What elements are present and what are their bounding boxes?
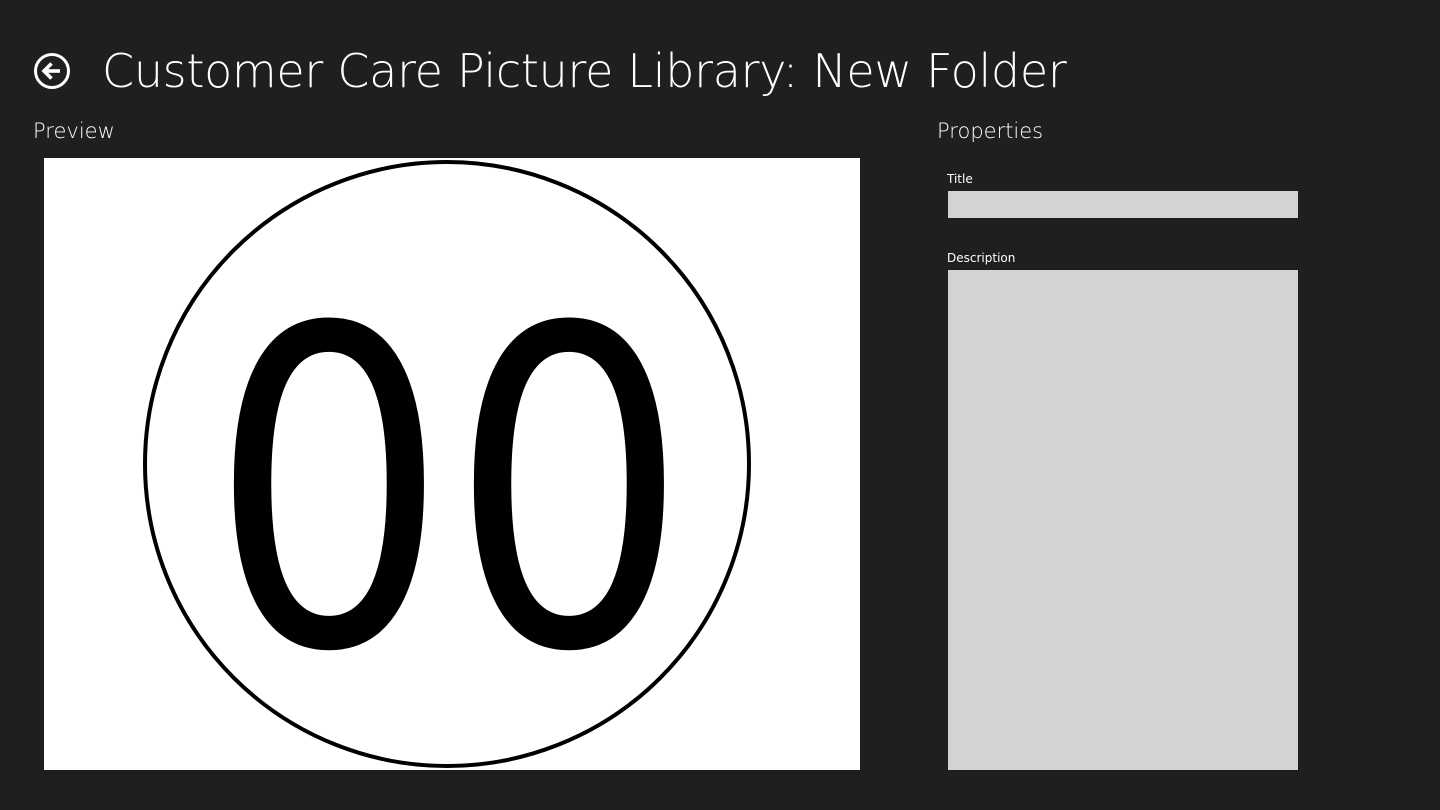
back-arrow-circle-icon — [34, 53, 70, 89]
preview-image: 00 — [44, 158, 860, 770]
properties-section-label: Properties — [937, 119, 1044, 143]
title-field-label: Title — [947, 172, 973, 186]
preview-image-text: 00 — [209, 236, 689, 748]
page-title: Customer Care Picture Library: New Folde… — [102, 44, 1067, 98]
title-input[interactable] — [948, 191, 1298, 218]
preview-section-label: Preview — [33, 119, 115, 143]
description-input[interactable] — [948, 270, 1298, 770]
back-button[interactable] — [33, 52, 71, 90]
description-field-label: Description — [947, 251, 1016, 265]
